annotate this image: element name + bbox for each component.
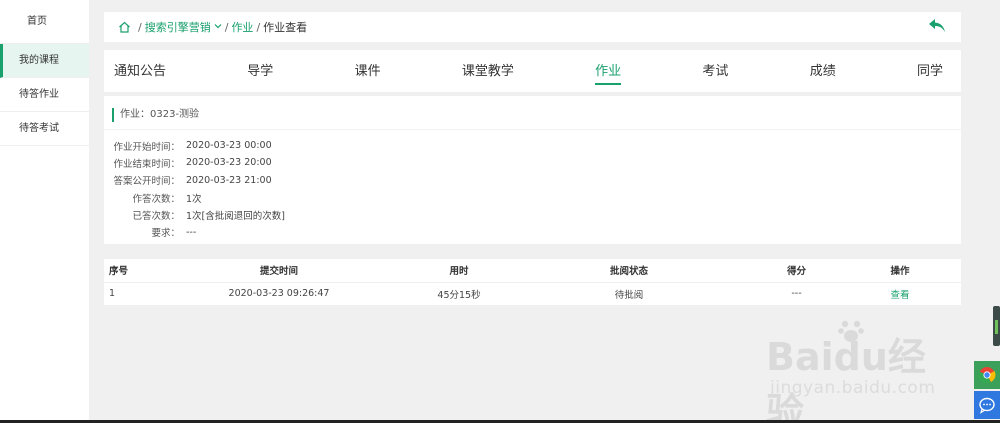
browser-icon[interactable] [974, 361, 1000, 389]
info-row-answer-public-time: 答案公开时间： 2020-03-23 21:00 [104, 172, 285, 189]
view-submission-link[interactable]: 查看 [890, 290, 909, 301]
chevron-down-icon[interactable] [214, 22, 222, 32]
info-value: 1次[含批阅退回的次数] [186, 210, 285, 222]
cell-score: --- [791, 288, 802, 300]
sidebar: 首页 我的课程 待答作业 待答考试 [0, 0, 89, 420]
info-label: 要求： [151, 228, 180, 240]
cell-submitted-time: 2020-03-23 09:26:47 [228, 288, 330, 300]
tab-classmates[interactable]: 同学 [917, 50, 943, 92]
tab-exams[interactable]: 考试 [702, 50, 728, 92]
column-header: 序号 [104, 259, 144, 283]
breadcrumb-separator: / [138, 20, 142, 34]
submissions-table: 序号 提交时间 用时 批阅状态 得分 操作 1 2020-03-23 09:26… [104, 259, 961, 305]
info-label: 答案公开时间： [113, 176, 180, 188]
watermark-url: jingyan.baidu.com [770, 378, 936, 398]
back-arrow-icon[interactable] [927, 17, 947, 35]
info-label: 作业开始时间： [113, 141, 180, 153]
tab-grades[interactable]: 成绩 [810, 50, 836, 92]
scroll-handle[interactable] [993, 306, 1000, 346]
column-header: 得分 [754, 259, 839, 283]
table-row: 1 2020-03-23 09:26:47 45分15秒 待批阅 --- 查看 [104, 282, 961, 305]
tab-classroom[interactable]: 课堂教学 [462, 50, 514, 92]
breadcrumb-course[interactable]: 搜索引擎营销 [145, 19, 211, 35]
info-label: 作答次数： [132, 193, 180, 205]
breadcrumb-section[interactable]: 作业 [231, 19, 253, 35]
breadcrumb: / 搜索引擎营销 / 作业 / 作业查看 [104, 12, 961, 42]
sidebar-item-my-courses[interactable]: 我的课程 [0, 44, 89, 78]
cell-review-status: 待批阅 [614, 289, 644, 301]
home-icon[interactable] [118, 21, 131, 33]
tab-homework[interactable]: 作业 [595, 50, 622, 92]
sidebar-item-pending-exams[interactable]: 待答考试 [0, 112, 89, 146]
column-header: 批阅状态 [504, 259, 754, 283]
breadcrumb-current: 作业查看 [263, 21, 308, 34]
column-header: 操作 [839, 259, 961, 283]
cell-index: 1 [109, 288, 116, 300]
info-value: 2020-03-23 00:00 [186, 140, 272, 152]
info-row-end-time: 作业结束时间： 2020-03-23 20:00 [104, 154, 285, 171]
tab-guide[interactable]: 导学 [247, 50, 273, 92]
baidu-watermark: Baidu经验 jingyan.baidu.com [760, 318, 950, 423]
chat-icon[interactable] [974, 391, 1000, 419]
column-header: 提交时间 [144, 259, 414, 283]
info-value: 2020-03-23 20:00 [186, 157, 272, 169]
watermark-main: Baidu经验 [766, 335, 926, 423]
info-row-attempts-used: 已答次数： 1次[含批阅退回的次数] [104, 206, 285, 223]
breadcrumb-separator: / [256, 20, 261, 34]
assignment-info-panel: 作业：0323-测验 作业开始时间： 2020-03-23 00:00 作业结束… [104, 96, 961, 244]
sidebar-item-home[interactable]: 首页 [0, 0, 89, 44]
info-value: 2020-03-23 21:00 [186, 174, 272, 186]
info-label: 已答次数： [132, 210, 180, 222]
course-tabs: 通知公告 导学 课件 课堂教学 作业 考试 成绩 同学 [104, 50, 961, 92]
info-value: --- [186, 226, 197, 238]
info-row-requirements: 要求： --- [104, 223, 285, 240]
assignment-title: 作业：0323-测验 [112, 108, 199, 122]
tab-notices[interactable]: 通知公告 [114, 50, 166, 92]
tab-courseware[interactable]: 课件 [355, 50, 381, 92]
info-value: 1次 [186, 193, 202, 205]
table-header-row: 序号 提交时间 用时 批阅状态 得分 操作 [104, 259, 961, 283]
info-row-start-time: 作业开始时间： 2020-03-23 00:00 [104, 137, 285, 154]
info-label: 作业结束时间： [113, 158, 180, 170]
cell-duration: 45分15秒 [437, 289, 481, 301]
sidebar-item-pending-homework[interactable]: 待答作业 [0, 78, 89, 112]
breadcrumb-separator: / [224, 20, 229, 34]
column-header: 用时 [414, 259, 504, 283]
info-row-attempts-allowed: 作答次数： 1次 [104, 189, 285, 206]
divider [104, 129, 961, 130]
